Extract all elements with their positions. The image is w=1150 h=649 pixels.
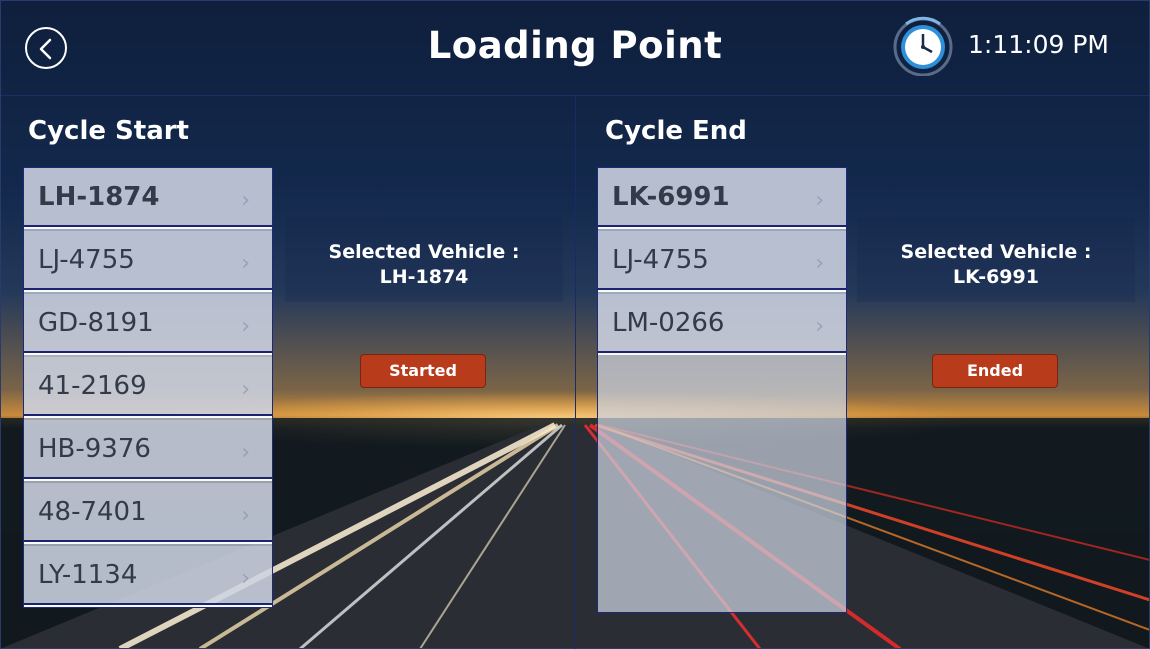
chevron-right-icon: › [241, 566, 250, 591]
vehicle-id-label: LJ-4755 [612, 245, 709, 275]
ended-button[interactable]: Ended [932, 354, 1058, 388]
selected-vehicle-value: LK-6991 [953, 266, 1039, 288]
vehicle-id-label: LJ-4755 [38, 245, 135, 275]
vehicle-list-item[interactable]: LH-1874 › [24, 168, 272, 229]
cycle-start-vehicle-list[interactable]: LH-1874 › LJ-4755 › GD-8191 › 41-2169 › HB-9376 ›… [23, 167, 273, 608]
vehicle-list-item[interactable]: GD-8191 › [24, 294, 272, 355]
started-button[interactable]: Started [360, 354, 486, 388]
cycle-end-vehicle-list[interactable]: LK-6991 › LJ-4755 › LM-0266 › [597, 167, 847, 613]
cycle-start-selected-panel: Selected Vehicle : LH-1874 [285, 218, 563, 302]
vehicle-list-item[interactable]: 48-7401 › [24, 483, 272, 544]
selected-vehicle-label: Selected Vehicle : [328, 241, 520, 263]
vehicle-list-item[interactable]: LY-1134 › [24, 546, 272, 607]
vehicle-list-item[interactable]: 41-2169 › [24, 357, 272, 418]
panel-divider [575, 96, 576, 649]
chevron-right-icon: › [815, 314, 824, 339]
cycle-end-title: Cycle End [605, 116, 747, 146]
chevron-right-icon: › [241, 440, 250, 465]
current-time: 1:11:09 PM [968, 30, 1109, 59]
selected-vehicle-value: LH-1874 [379, 266, 469, 288]
cycle-end-selected-panel: Selected Vehicle : LK-6991 [857, 218, 1135, 302]
vehicle-id-label: LY-1134 [38, 560, 138, 590]
vehicle-id-label: LK-6991 [612, 182, 730, 212]
header-bar: Loading Point 1:11:09 PM [0, 0, 1150, 96]
chevron-right-icon: › [815, 251, 824, 276]
vehicle-list-item[interactable]: LJ-4755 › [24, 231, 272, 292]
vehicle-list-item[interactable]: LJ-4755 › [598, 231, 846, 292]
vehicle-id-label: 41-2169 [38, 371, 147, 401]
selected-vehicle-label: Selected Vehicle : [900, 241, 1092, 263]
chevron-right-icon: › [241, 251, 250, 276]
vehicle-list-item[interactable]: LM-0266 › [598, 294, 846, 355]
vehicle-id-label: HB-9376 [38, 434, 151, 464]
chevron-right-icon: › [241, 188, 250, 213]
vehicle-list-item[interactable]: HB-9376 › [24, 420, 272, 481]
chevron-right-icon: › [241, 314, 250, 339]
vehicle-id-label: LH-1874 [38, 182, 160, 212]
chevron-right-icon: › [815, 188, 824, 213]
chevron-right-icon: › [241, 377, 250, 402]
vehicle-id-label: LM-0266 [612, 308, 725, 338]
vehicle-id-label: GD-8191 [38, 308, 154, 338]
chevron-right-icon: › [241, 503, 250, 528]
cycle-start-title: Cycle Start [28, 116, 189, 146]
vehicle-list-item[interactable]: LK-6991 › [598, 168, 846, 229]
vehicle-id-label: 48-7401 [38, 497, 147, 527]
clock-icon [893, 16, 953, 76]
